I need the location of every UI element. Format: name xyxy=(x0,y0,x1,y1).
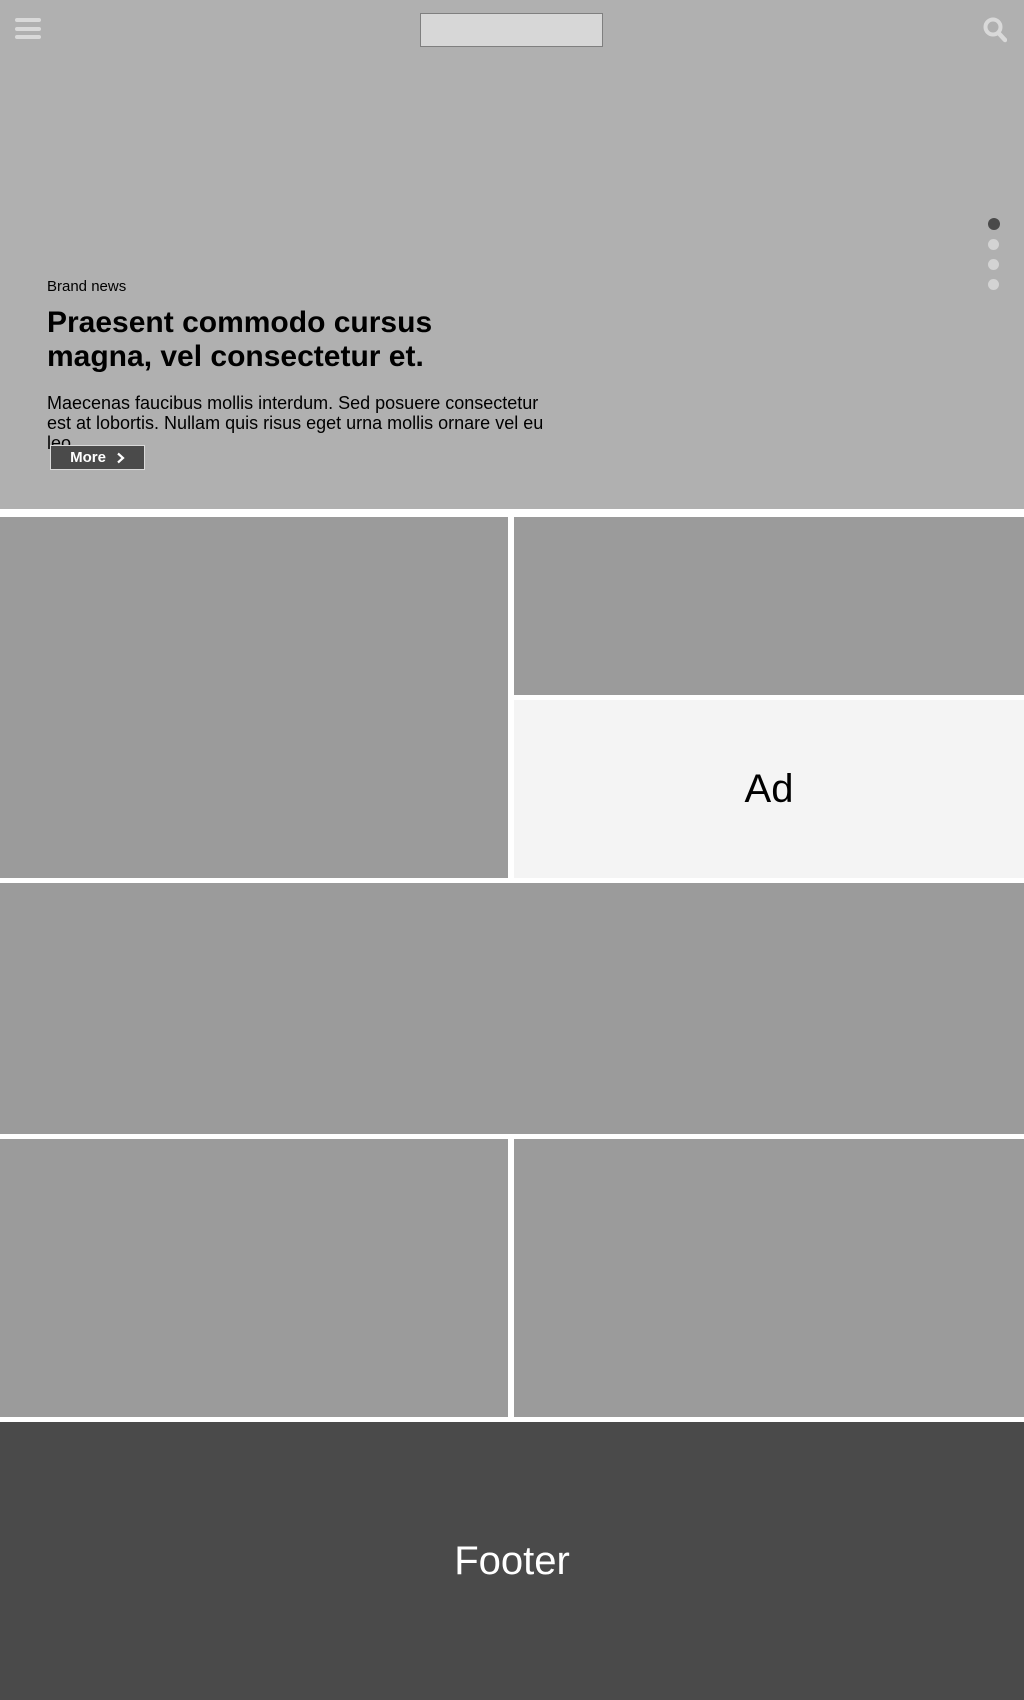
content-tile-top-right[interactable] xyxy=(514,517,1024,695)
ad-label: Ad xyxy=(744,766,794,811)
content-tile-large[interactable] xyxy=(0,517,508,878)
carousel-dot-3[interactable] xyxy=(988,259,999,270)
footer-label: Footer xyxy=(454,1538,570,1583)
hero-carousel: Brand news Praesent commodo cursus magna… xyxy=(0,0,1024,509)
hamburger-menu-icon[interactable] xyxy=(15,18,41,39)
more-button-label: More xyxy=(70,449,106,466)
search-icon[interactable] xyxy=(983,17,1008,43)
content-tile-wide[interactable] xyxy=(0,883,1024,1134)
logo-placeholder[interactable] xyxy=(420,13,603,47)
chevron-right-icon xyxy=(117,452,125,463)
page-footer: Footer xyxy=(0,1422,1024,1700)
more-button[interactable]: More xyxy=(51,446,144,469)
content-tile-bottom-left[interactable] xyxy=(0,1139,508,1417)
carousel-pagination xyxy=(988,218,1000,299)
carousel-dot-4[interactable] xyxy=(988,279,999,290)
hero-kicker: Brand news xyxy=(47,278,127,295)
hero-summary: Maecenas faucibus mollis interdum. Sed p… xyxy=(47,393,544,453)
ad-slot[interactable]: Ad xyxy=(514,700,1024,878)
content-tile-bottom-right[interactable] xyxy=(514,1139,1024,1417)
hero-content: Brand news Praesent commodo cursus magna… xyxy=(47,278,567,453)
carousel-dot-2[interactable] xyxy=(988,239,999,250)
hero-headline: Praesent commodo cursus magna, vel conse… xyxy=(47,306,433,373)
carousel-dot-1[interactable] xyxy=(988,218,1000,230)
